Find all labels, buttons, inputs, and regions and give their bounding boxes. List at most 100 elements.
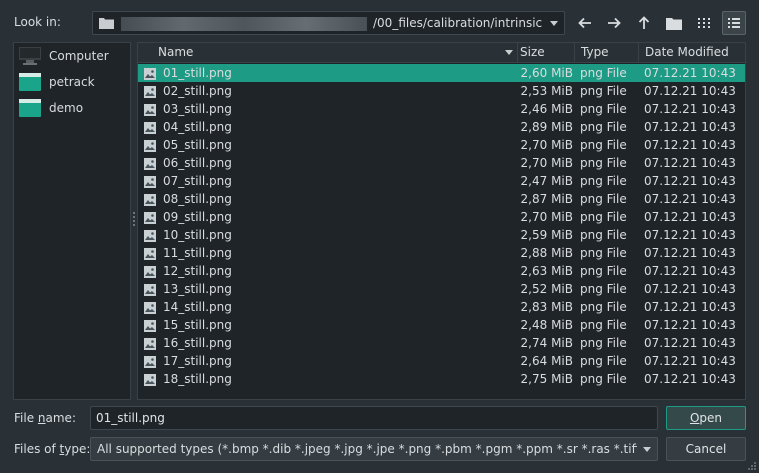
table-row[interactable]: 14_still.png 2,83 MiB png File 07.12.21 10:…: [138, 298, 745, 316]
image-file-icon: [144, 355, 156, 368]
file-type-cell: png File: [580, 66, 627, 80]
grid-view-icon: [698, 18, 710, 28]
file-name-input[interactable]: [90, 406, 658, 430]
table-row[interactable]: 13_still.png 2,52 MiB png File 07.12.21 10:…: [138, 280, 745, 298]
forward-button[interactable]: [602, 11, 626, 35]
new-folder-button[interactable]: [662, 11, 686, 35]
file-size-cell: 2,46 MiB: [520, 102, 573, 116]
file-date-cell: 07.12.21 10:43: [644, 210, 736, 224]
header-type[interactable]: Type: [575, 43, 639, 63]
sidebar-item-petrack[interactable]: petrack: [19, 71, 95, 93]
file-name-cell: 03_still.png: [163, 102, 232, 116]
table-row[interactable]: 18_still.png 2,75 MiB png File 07.12.21 10:…: [138, 370, 745, 388]
file-name-label: File name:: [14, 411, 76, 425]
image-file-icon: [144, 175, 156, 188]
file-size-cell: 2,64 MiB: [520, 354, 573, 368]
file-name-cell: 05_still.png: [163, 138, 232, 152]
file-name-cell: 01_still.png: [163, 66, 232, 80]
file-size-cell: 2,47 MiB: [520, 174, 573, 188]
image-file-icon: [144, 157, 156, 170]
file-size-cell: 2,70 MiB: [520, 210, 573, 224]
header-name[interactable]: Name: [152, 43, 518, 63]
file-type-cell: png File: [580, 192, 627, 206]
table-row[interactable]: 11_still.png 2,88 MiB png File 07.12.21 10:…: [138, 244, 745, 262]
file-date-cell: 07.12.21 10:43: [644, 174, 736, 188]
file-size-cell: 2,48 MiB: [520, 318, 573, 332]
image-file-icon: [144, 373, 156, 386]
file-name-cell: 02_still.png: [163, 84, 232, 98]
table-row[interactable]: 07_still.png 2,47 MiB png File 07.12.21 10:…: [138, 172, 745, 190]
file-date-cell: 07.12.21 10:43: [644, 354, 736, 368]
image-file-icon: [144, 247, 156, 260]
look-in-label: Look in:: [14, 15, 61, 29]
file-type-cell: png File: [580, 156, 627, 170]
file-type-select[interactable]: All supported types (*.bmp *.dib *.jpeg …: [90, 437, 658, 461]
header-date[interactable]: Date Modified: [639, 43, 745, 63]
file-date-cell: 07.12.21 10:43: [644, 264, 736, 278]
arrow-left-icon: [578, 17, 591, 29]
file-name-cell: 18_still.png: [163, 372, 232, 386]
parent-dir-button[interactable]: [632, 11, 656, 35]
file-list[interactable]: Name Size Type Date Modified 01_still.pn…: [137, 42, 746, 400]
folder-icon: [99, 18, 114, 29]
image-file-icon: [144, 319, 156, 332]
computer-icon: [19, 47, 41, 65]
look-in-combo[interactable]: /00_files/calibration/intrinsic: [92, 11, 565, 35]
file-type-cell: png File: [580, 210, 627, 224]
table-row[interactable]: 03_still.png 2,46 MiB png File 07.12.21 10:…: [138, 100, 745, 118]
file-name-cell: 17_still.png: [163, 354, 232, 368]
chevron-down-icon[interactable]: [550, 21, 558, 26]
table-row[interactable]: 16_still.png 2,74 MiB png File 07.12.21 10:…: [138, 334, 745, 352]
file-date-cell: 07.12.21 10:43: [644, 282, 736, 296]
file-type-cell: png File: [580, 138, 627, 152]
file-date-cell: 07.12.21 10:43: [644, 138, 736, 152]
file-type-label: Files of type:: [14, 442, 91, 456]
table-row[interactable]: 12_still.png 2,63 MiB png File 07.12.21 10:…: [138, 262, 745, 280]
header-size[interactable]: Size: [514, 43, 575, 63]
file-type-cell: png File: [580, 354, 627, 368]
table-row[interactable]: 05_still.png 2,70 MiB png File 07.12.21 10:…: [138, 136, 745, 154]
table-row[interactable]: 10_still.png 2,59 MiB png File 07.12.21 10:…: [138, 226, 745, 244]
file-date-cell: 07.12.21 10:43: [644, 66, 736, 80]
file-size-cell: 2,87 MiB: [520, 192, 573, 206]
table-row[interactable]: 17_still.png 2,64 MiB png File 07.12.21 10:…: [138, 352, 745, 370]
folder-icon: [19, 73, 41, 91]
cancel-button[interactable]: Cancel: [666, 437, 746, 461]
file-size-cell: 2,89 MiB: [520, 120, 573, 134]
table-row[interactable]: 02_still.png 2,53 MiB png File 07.12.21 10:…: [138, 82, 745, 100]
open-button[interactable]: Open: [666, 406, 746, 430]
file-name-cell: 13_still.png: [163, 282, 232, 296]
path-redacted: [121, 17, 367, 31]
table-row[interactable]: 08_still.png 2,87 MiB png File 07.12.21 10:…: [138, 190, 745, 208]
path-text: /00_files/calibration/intrinsic: [373, 16, 543, 30]
detail-view-button[interactable]: [722, 11, 746, 35]
resize-grip-icon[interactable]: [746, 460, 756, 470]
image-file-icon: [144, 301, 156, 314]
table-row[interactable]: 06_still.png 2,70 MiB png File 07.12.21 10:…: [138, 154, 745, 172]
table-row[interactable]: 01_still.png 2,60 MiB png File 07.12.21 10:…: [138, 64, 745, 82]
table-row[interactable]: 04_still.png 2,89 MiB png File 07.12.21 10:…: [138, 118, 745, 136]
file-size-cell: 2,52 MiB: [520, 282, 573, 296]
file-name-cell: 09_still.png: [163, 210, 232, 224]
file-size-cell: 2,53 MiB: [520, 84, 573, 98]
table-row[interactable]: 15_still.png 2,48 MiB png File 07.12.21 10:…: [138, 316, 745, 334]
image-file-icon: [144, 85, 156, 98]
list-view-button[interactable]: [692, 11, 716, 35]
table-row[interactable]: 09_still.png 2,70 MiB png File 07.12.21 10:…: [138, 208, 745, 226]
splitter-handle[interactable]: [133, 212, 136, 230]
file-type-cell: png File: [580, 300, 627, 314]
file-date-cell: 07.12.21 10:43: [644, 120, 736, 134]
file-date-cell: 07.12.21 10:43: [644, 102, 736, 116]
file-date-cell: 07.12.21 10:43: [644, 246, 736, 260]
sidebar-item-computer[interactable]: Computer: [19, 45, 109, 67]
arrow-up-icon: [638, 16, 650, 29]
sidebar-item-label: Computer: [49, 49, 109, 63]
file-name-cell: 10_still.png: [163, 228, 232, 242]
file-name-cell: 06_still.png: [163, 156, 232, 170]
image-file-icon: [144, 139, 156, 152]
back-button[interactable]: [573, 11, 597, 35]
file-date-cell: 07.12.21 10:43: [644, 84, 736, 98]
sidebar-item-demo[interactable]: demo: [19, 97, 83, 119]
file-size-cell: 2,70 MiB: [520, 138, 573, 152]
new-folder-icon: [666, 17, 682, 30]
